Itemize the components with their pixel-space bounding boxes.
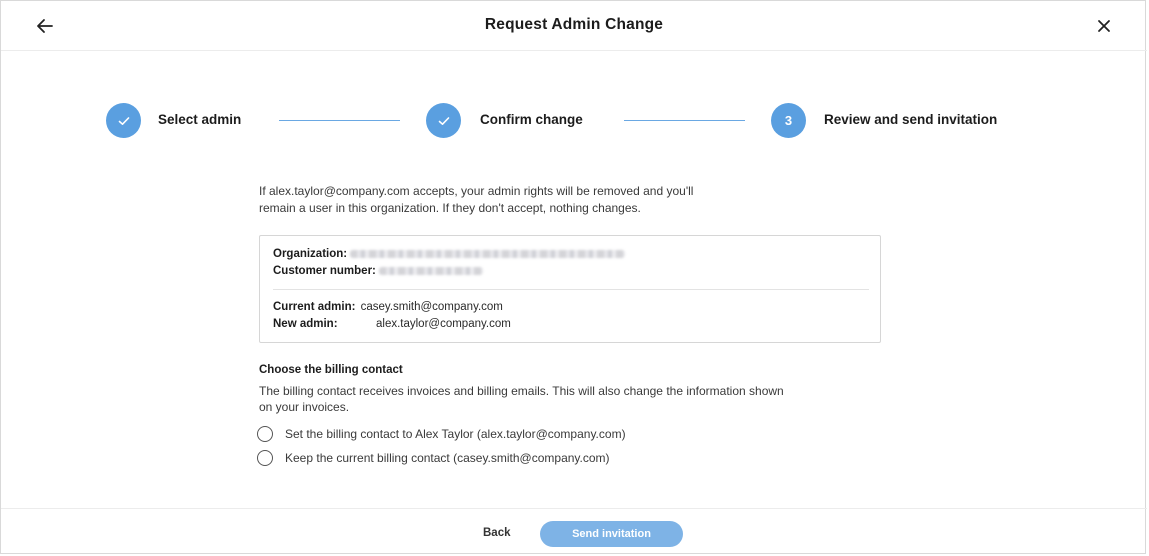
organization-label: Organization:: [273, 248, 348, 260]
new-admin-label: New admin:: [273, 318, 338, 330]
step-number: 3: [784, 113, 793, 128]
dialog-title: Request Admin Change: [484, 16, 664, 33]
radio-button[interactable]: [257, 450, 273, 466]
redacted-organization: [350, 249, 626, 258]
radio-label: Set the billing contact to Alex Taylor (…: [285, 427, 626, 441]
step-1-complete: [106, 103, 141, 138]
billing-description: The billing contact receives invoices an…: [259, 383, 879, 415]
check-icon: [118, 116, 129, 125]
billing-option-keep-current[interactable]: Keep the current billing contact (casey.…: [257, 450, 610, 466]
send-invitation-button[interactable]: Send invitation: [540, 521, 683, 547]
step-3-current: 3: [771, 103, 806, 138]
step-2-complete: [426, 103, 461, 138]
current-admin-row: Current admin: casey.smith@company.com: [273, 301, 503, 313]
back-link-button[interactable]: Back: [483, 527, 511, 539]
step-2-label: Confirm change: [480, 112, 583, 127]
divider: [273, 289, 869, 290]
current-admin-label: Current admin:: [273, 301, 356, 313]
dialog-footer: Back Send invitation: [1, 508, 1147, 555]
check-icon: [438, 116, 449, 125]
radio-button[interactable]: [257, 426, 273, 442]
billing-option-new-admin[interactable]: Set the billing contact to Alex Taylor (…: [257, 426, 626, 442]
intro-line: remain a user in this organization. If t…: [259, 201, 641, 215]
customer-number-label: Customer number:: [273, 265, 376, 277]
close-icon: [1098, 20, 1110, 32]
change-summary-box: Organization: Customer number: Current a…: [259, 235, 881, 343]
step-connector: [279, 120, 400, 121]
dialog: Request Admin Change Select admin Confir…: [0, 0, 1147, 555]
billing-description-line: The billing contact receives invoices an…: [259, 384, 784, 398]
step-connector: [624, 120, 745, 121]
step-3-label: Review and send invitation: [824, 112, 998, 127]
redacted-customer-number: [379, 266, 484, 275]
radio-label: Keep the current billing contact (casey.…: [285, 451, 610, 465]
intro-text: If alex.taylor@company.com accepts, your…: [259, 183, 819, 217]
billing-description-line: on your invoices.: [259, 400, 350, 414]
billing-section-title: Choose the billing contact: [259, 364, 403, 376]
intro-line: If alex.taylor@company.com accepts, your…: [259, 184, 694, 198]
new-admin-value: alex.taylor@company.com: [376, 318, 511, 330]
new-admin-row: New admin: alex.taylor@company.com: [273, 318, 511, 330]
dialog-header: Request Admin Change: [1, 1, 1147, 51]
close-button[interactable]: [1092, 14, 1116, 38]
customer-number-row: Customer number:: [273, 265, 484, 277]
current-admin-value: casey.smith@company.com: [360, 301, 503, 313]
step-1-label: Select admin: [158, 112, 242, 127]
organization-row: Organization:: [273, 248, 626, 260]
